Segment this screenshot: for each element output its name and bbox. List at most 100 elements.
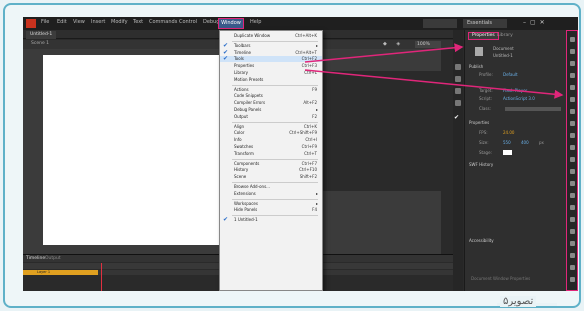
size-height[interactable]: 400 [521, 140, 529, 145]
paint-bucket-tool-icon[interactable] [570, 193, 575, 198]
menu-view[interactable]: View [73, 19, 85, 25]
zoom-tool-icon[interactable] [570, 241, 575, 246]
menu-modify[interactable]: Modify [111, 19, 128, 25]
pencil-tool-icon[interactable] [570, 145, 575, 150]
menu-insert[interactable]: Insert [91, 19, 105, 25]
menu-window[interactable]: Window [218, 18, 244, 29]
window-menu-item[interactable]: Library Ctrl+L [220, 70, 322, 76]
menu-item-label: Motion Presets [234, 76, 264, 82]
rectangle-tool-icon[interactable] [570, 133, 575, 138]
playhead[interactable] [101, 263, 102, 291]
eyedropper-tool-icon[interactable] [570, 205, 575, 210]
window-menu-item[interactable]: Output F2 [220, 114, 322, 120]
layer-row[interactable] [23, 270, 98, 275]
menu-item-shortcut: Ctrl+Alt+T [295, 49, 317, 55]
search-input[interactable] [423, 19, 457, 28]
script-value[interactable]: ActionScript 3.0 [503, 96, 535, 101]
section-properties[interactable]: Properties [469, 120, 489, 125]
menu-edit[interactable]: Edit [57, 19, 67, 25]
window-controls[interactable]: –▢✕ [523, 19, 549, 26]
selection-tool-icon[interactable] [570, 37, 575, 42]
free-transform-tool-icon[interactable] [570, 61, 575, 66]
submenu-arrow-icon: ▸ [315, 107, 318, 112]
menu-item-label: Duplicate Window [234, 33, 271, 38]
panel-icon-3[interactable] [455, 88, 461, 94]
window-menu-item[interactable]: Actions F9 [220, 87, 322, 93]
menu-help[interactable]: Help [250, 19, 261, 25]
tab-output[interactable]: Output [45, 255, 61, 262]
menu-item-label: Properties [234, 63, 255, 69]
tab-library[interactable]: Library [497, 33, 513, 38]
profile-value[interactable]: Default [503, 72, 518, 77]
window-menu-item[interactable]: History Ctrl+F10 [220, 167, 322, 173]
tab-timeline[interactable]: Timeline [26, 255, 45, 262]
panel-icon-4[interactable] [455, 100, 461, 106]
document-tab[interactable]: Untitled-1 [26, 31, 57, 39]
zoom-select[interactable]: 100% [415, 41, 441, 48]
menu-item-shortcut: Ctrl+Shift+F9 [289, 130, 317, 136]
window-menu-item[interactable]: ✔ Timeline Ctrl+Alt+T [220, 49, 322, 56]
window-menu-item[interactable]: Hide Panels F4 [220, 207, 322, 213]
window-menu-item[interactable]: Info Ctrl+I [220, 137, 322, 143]
menu-item-shortcut: Ctrl+F3 [301, 63, 317, 69]
tab-properties[interactable]: Properties [468, 32, 499, 40]
class-field[interactable] [505, 107, 561, 111]
eraser-tool-icon[interactable] [570, 217, 575, 222]
target-value[interactable]: Flash Player [503, 88, 527, 93]
pen-tool-icon[interactable] [570, 97, 575, 102]
window-menu-item[interactable]: Components Ctrl+F7 [220, 161, 322, 167]
window-menu-item[interactable]: ✔ Toolbars ▸ [220, 42, 322, 49]
panel-icon-1[interactable] [455, 64, 461, 70]
lasso-tool-icon[interactable] [570, 85, 575, 90]
fill-color-icon[interactable] [570, 265, 575, 270]
window-menu-item[interactable]: Align Ctrl+K [220, 124, 322, 130]
menu-item-label: Extensions [234, 190, 256, 196]
window-menu-item[interactable]: Transform Ctrl+T [220, 151, 322, 157]
stroke-color-icon[interactable] [570, 253, 575, 258]
line-tool-icon[interactable] [570, 121, 575, 126]
window-menu-item[interactable]: Motion Presets [220, 77, 322, 83]
menu-text[interactable]: Text [133, 19, 143, 25]
window-menu-item[interactable]: Color Ctrl+Shift+F9 [220, 130, 322, 136]
section-publish[interactable]: Publish [469, 64, 483, 69]
window-menu-item[interactable]: Debug Panels ▸ [220, 107, 322, 113]
bone-tool-icon[interactable] [570, 181, 575, 186]
window-menu-item[interactable]: ✔ Tools Ctrl+F2 [220, 55, 322, 63]
section-accessibility[interactable]: Accessibility [469, 238, 494, 243]
window-menu-item[interactable]: Scene Shift+F2 [220, 174, 322, 180]
text-tool-icon[interactable] [570, 109, 575, 114]
window-menu-item[interactable]: Browse Add-ons... [220, 184, 322, 190]
brush-tool-icon[interactable] [570, 157, 575, 162]
workspace-switcher[interactable]: Essentials [463, 19, 507, 28]
check-icon: ✔ [223, 55, 229, 63]
stage-canvas[interactable] [43, 55, 233, 245]
menu-item-shortcut: Ctrl+I [305, 137, 317, 143]
menu-bar: File Edit View Insert Modify Text Comman… [23, 17, 578, 30]
window-menu-item[interactable]: ✔ 1 Untitled-1 [220, 217, 322, 223]
subselection-tool-icon[interactable] [570, 49, 575, 54]
panel-icon-2[interactable] [455, 76, 461, 82]
menu-item-shortcut: F9 [312, 86, 317, 92]
3d-rotation-tool-icon[interactable] [570, 73, 575, 78]
window-menu-item[interactable]: Compiler Errors Alt+F2 [220, 100, 322, 106]
window-menu-item[interactable]: Workspaces ▸ [220, 201, 322, 207]
window-menu-item[interactable]: Extensions ▸ [220, 191, 322, 197]
deco-tool-icon[interactable] [570, 169, 575, 174]
hand-tool-icon[interactable] [570, 229, 575, 234]
section-swf-history[interactable]: SWF History [469, 162, 493, 167]
stage-color-swatch[interactable] [503, 150, 512, 155]
menu-commands[interactable]: Commands [149, 19, 177, 25]
menu-debug[interactable]: Debug [203, 19, 219, 25]
edit-scene-icon[interactable]: ◆ ◈ [383, 41, 404, 47]
window-menu-item[interactable]: Swatches Ctrl+F9 [220, 144, 322, 150]
window-menu-item[interactable]: Properties Ctrl+F3 [220, 63, 322, 69]
swap-colors-icon[interactable] [570, 277, 575, 282]
fps-value[interactable]: 24.00 [503, 130, 514, 135]
size-label: Size: [479, 140, 489, 145]
menu-control[interactable]: Control [179, 19, 197, 25]
window-menu-item[interactable]: Code Snippets [220, 93, 322, 99]
menu-file[interactable]: File [41, 19, 49, 25]
window-menu-item[interactable]: Duplicate Window Ctrl+Alt+K [220, 33, 322, 39]
size-width[interactable]: 550 [503, 140, 511, 145]
menu-item-shortcut: F2 [312, 113, 317, 119]
